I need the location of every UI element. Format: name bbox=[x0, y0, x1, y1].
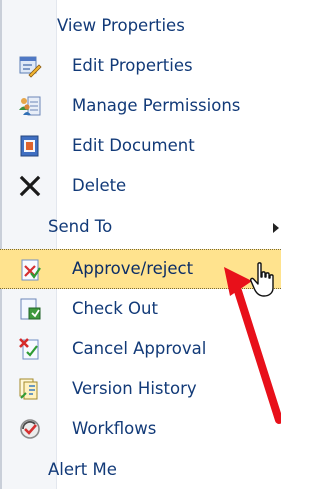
menu-item-alert-me[interactable]: Alert Me bbox=[0, 452, 281, 489]
menu-item-label: Workflows bbox=[72, 419, 157, 438]
menu-item-delete[interactable]: Delete bbox=[0, 166, 281, 206]
menu-item-label: Check Out bbox=[72, 299, 158, 318]
submenu-arrow-icon bbox=[273, 223, 279, 233]
menu-item-edit-properties[interactable]: Edit Properties bbox=[0, 46, 281, 86]
menu-item-edit-document[interactable]: Edit Document bbox=[0, 126, 281, 166]
menu-item-label: View Properties bbox=[57, 16, 185, 35]
menu-item-label: Edit Properties bbox=[72, 56, 193, 75]
menu-item-send-to[interactable]: Send To bbox=[0, 209, 281, 249]
hand-cursor-icon bbox=[250, 262, 274, 297]
edit-properties-icon bbox=[18, 54, 42, 78]
context-menu: View Properties Edit Properties Manage P… bbox=[0, 0, 281, 489]
workflows-icon bbox=[18, 417, 42, 441]
menu-item-view-properties[interactable]: View Properties bbox=[0, 6, 281, 46]
menu-item-workflows[interactable]: Workflows bbox=[0, 409, 281, 449]
edit-document-icon bbox=[18, 134, 42, 158]
menu-item-label: Approve/reject bbox=[72, 259, 194, 278]
check-out-icon bbox=[18, 297, 42, 321]
menu-item-label: Version History bbox=[72, 379, 197, 398]
menu-item-cancel-approval[interactable]: Cancel Approval bbox=[0, 329, 281, 369]
menu-item-manage-permissions[interactable]: Manage Permissions bbox=[0, 86, 281, 126]
version-history-icon bbox=[18, 377, 42, 401]
manage-permissions-icon bbox=[18, 94, 42, 118]
menu-item-label: Send To bbox=[48, 217, 113, 236]
delete-x-icon bbox=[18, 174, 42, 198]
cancel-approval-icon bbox=[18, 337, 42, 361]
menu-item-label: Edit Document bbox=[72, 136, 195, 155]
menu-item-label: Alert Me bbox=[48, 460, 117, 479]
menu-item-version-history[interactable]: Version History bbox=[0, 369, 281, 409]
menu-item-label: Cancel Approval bbox=[72, 339, 207, 358]
menu-item-check-out[interactable]: Check Out bbox=[0, 289, 281, 329]
menu-item-label: Delete bbox=[72, 176, 127, 195]
menu-item-approve-reject[interactable]: Approve/reject bbox=[0, 249, 281, 289]
menu-item-label: Manage Permissions bbox=[72, 96, 241, 115]
approve-reject-icon bbox=[18, 258, 42, 282]
